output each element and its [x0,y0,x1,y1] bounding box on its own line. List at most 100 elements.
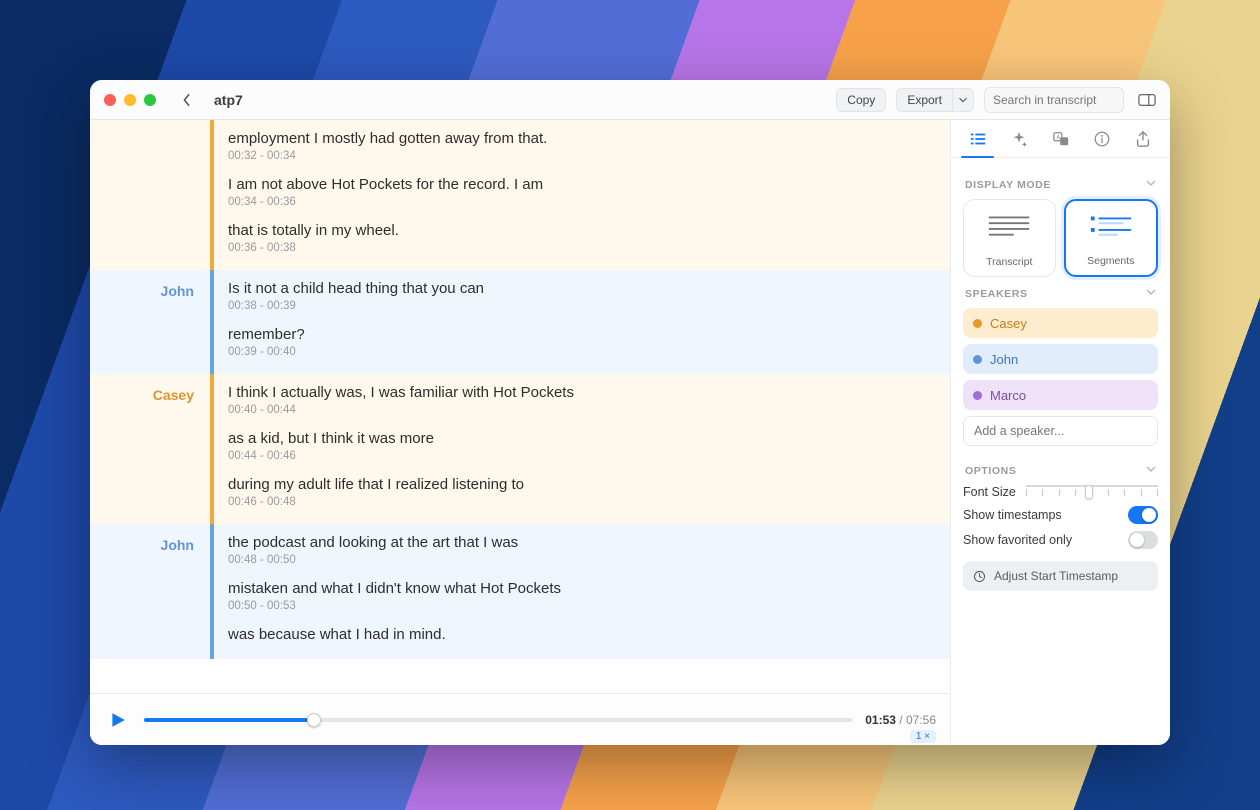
tab-info[interactable] [1081,120,1122,157]
transcript-line[interactable]: employment I mostly had gotten away from… [228,126,930,172]
play-button[interactable] [104,706,132,734]
export-button[interactable]: Export [896,88,953,112]
font-size-slider[interactable] [1026,485,1158,499]
speaker-label [90,120,210,270]
transcript-line[interactable]: that is totally in my wheel. 00:36 - 00:3… [228,218,930,264]
transcript-line[interactable]: I am not above Hot Pockets for the recor… [228,172,930,218]
show-favorited-toggle[interactable] [1128,531,1158,549]
segment-block[interactable]: John Is it not a child head thing that yo… [90,270,950,374]
mode-transcript[interactable]: Transcript [963,199,1056,277]
minimize-window-button[interactable] [124,94,136,106]
segment-lines: the podcast and looking at the art that … [214,524,950,659]
adjust-start-timestamp-button[interactable]: Adjust Start Timestamp [963,561,1158,591]
transcript-scroll[interactable]: employment I mostly had gotten away from… [90,120,950,693]
chevron-down-icon [1146,287,1156,300]
line-timestamp: 00:39 - 00:40 [228,346,930,358]
chevron-down-icon [1146,464,1156,477]
line-text: the podcast and looking at the art that … [228,534,930,551]
clock-icon [973,570,986,583]
show-timestamps-toggle[interactable] [1128,506,1158,524]
line-timestamp: 00:44 - 00:46 [228,450,930,462]
line-timestamp: 00:40 - 00:44 [228,404,930,416]
line-text: was because what I had in mind. [228,626,930,643]
line-text: Is it not a child head thing that you ca… [228,280,930,297]
line-timestamp: 00:36 - 00:38 [228,242,930,254]
close-window-button[interactable] [104,94,116,106]
time-current: 01:53 [865,713,896,727]
transcript-line[interactable]: Is it not a child head thing that you ca… [228,276,930,322]
time-total: 07:56 [906,713,936,727]
line-text: I am not above Hot Pockets for the recor… [228,176,930,193]
info-icon [1093,130,1111,148]
line-text: mistaken and what I didn't know what Hot… [228,580,930,597]
speaker-label: John [90,270,210,374]
speaker-label: Casey [90,374,210,524]
chevron-down-icon [959,96,967,104]
speaker-chip[interactable]: Casey [963,308,1158,338]
line-timestamp: 00:34 - 00:36 [228,196,930,208]
segment-lines: Is it not a child head thing that you ca… [214,270,950,374]
player-bar: 01:53 / 07:56 1 × [90,693,950,745]
line-timestamp: 00:48 - 00:50 [228,554,930,566]
segment-block[interactable]: John the podcast and looking at the art t… [90,524,950,659]
segment-block[interactable]: employment I mostly had gotten away from… [90,120,950,270]
options-header[interactable]: OPTIONS [965,464,1156,477]
share-icon [1134,130,1152,148]
add-speaker-input[interactable] [963,416,1158,446]
list-icon [969,130,987,148]
speaker-color-dot [973,355,982,364]
back-button[interactable] [174,87,200,113]
time-display: 01:53 / 07:56 [865,713,936,727]
progress-slider[interactable] [144,711,853,729]
line-text: employment I mostly had gotten away from… [228,130,930,147]
sidebar-icon [1138,93,1156,107]
chevron-down-icon [1146,178,1156,191]
display-mode-header[interactable]: DISPLAY MODE [965,178,1156,191]
transcript-line[interactable]: I think I actually was, I was familiar w… [228,380,930,426]
titlebar: atp7 Copy Export [90,80,1170,120]
speakers-header[interactable]: SPEAKERS [965,287,1156,300]
playback-rate-button[interactable]: 1 × [910,730,936,743]
transcript-line[interactable]: was because what I had in mind. [228,622,930,653]
chevron-left-icon [182,93,192,107]
line-text: that is totally in my wheel. [228,222,930,239]
mode-segments[interactable]: Segments [1064,199,1159,277]
show-timestamps-row: Show timestamps [963,506,1158,524]
line-text: I think I actually was, I was familiar w… [228,384,930,401]
transcript-line[interactable]: during my adult life that I realized lis… [228,472,930,518]
line-timestamp: 00:38 - 00:39 [228,300,930,312]
tab-share[interactable] [1123,120,1164,157]
slider-thumb[interactable] [1085,485,1093,499]
transcript-line[interactable]: remember?00:39 - 00:40 [228,322,930,368]
toggle-sidebar-button[interactable] [1134,87,1160,113]
zoom-window-button[interactable] [144,94,156,106]
tab-translate[interactable]: A [1040,120,1081,157]
app-window: atp7 Copy Export employment I mostly had… [90,80,1170,745]
window-controls [100,94,156,106]
tab-ai[interactable] [998,120,1039,157]
export-group: Export [896,88,974,112]
transcript-line[interactable]: as a kid, but I think it was more 00:44 -… [228,426,930,472]
transcript-line[interactable]: the podcast and looking at the art that … [228,530,930,576]
transcript-pane: employment I mostly had gotten away from… [90,120,950,745]
segment-block[interactable]: Casey I think I actually was, I was famil… [90,374,950,524]
speaker-color-dot [973,391,982,400]
search-input[interactable] [984,87,1124,113]
sparkle-icon [1010,130,1028,148]
line-timestamp: 00:50 - 00:53 [228,600,930,612]
line-text: as a kid, but I think it was more [228,430,930,447]
speaker-name: Casey [990,316,1027,331]
document-title: atp7 [214,92,243,108]
speaker-color-dot [973,319,982,328]
export-menu-button[interactable] [953,88,974,112]
transcript-line[interactable]: mistaken and what I didn't know what Hot… [228,576,930,622]
speaker-label: John [90,524,210,659]
speaker-chip[interactable]: Marco [963,380,1158,410]
transcript-mode-icon [985,210,1033,246]
speaker-chip[interactable]: John [963,344,1158,374]
tab-transcript-settings[interactable] [957,120,998,157]
copy-button[interactable]: Copy [836,88,886,112]
speaker-name: Marco [990,388,1026,403]
play-icon [109,711,127,729]
progress-thumb[interactable] [307,713,321,727]
